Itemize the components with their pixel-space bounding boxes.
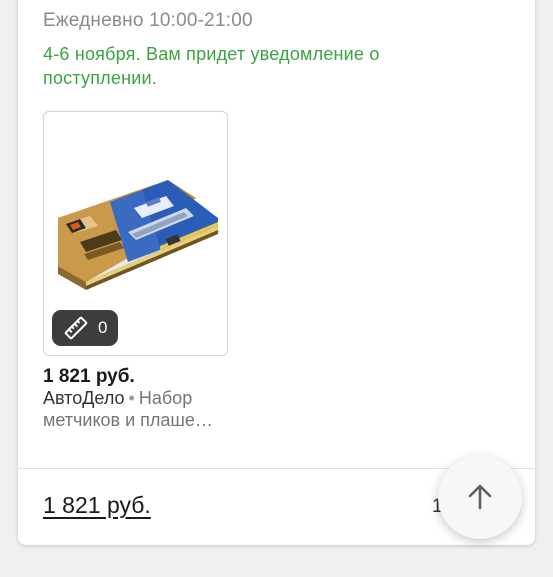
arrow-up-icon <box>468 484 492 510</box>
order-total[interactable]: 1 821 руб. <box>43 492 151 519</box>
scroll-top-button[interactable] <box>438 455 522 539</box>
ruler-icon <box>64 316 88 340</box>
product-brand: АвтоДело <box>43 388 125 408</box>
store-schedule: Ежедневно 10:00-21:00 <box>43 10 253 31</box>
badge-count: 0 <box>98 318 108 337</box>
product-price: 1 821 руб. <box>43 366 135 387</box>
size-badge[interactable]: 0 <box>52 310 118 346</box>
product-description[interactable]: АвтоДело • Набор метчиков и плаше… <box>43 387 233 431</box>
delivery-note: 4-6 ноября. Вам придет уведомление о пос… <box>43 44 380 88</box>
product-image: ███ <box>58 180 222 290</box>
separator-dot: • <box>128 388 135 408</box>
product-tile[interactable]: ███ 0 <box>43 111 228 356</box>
